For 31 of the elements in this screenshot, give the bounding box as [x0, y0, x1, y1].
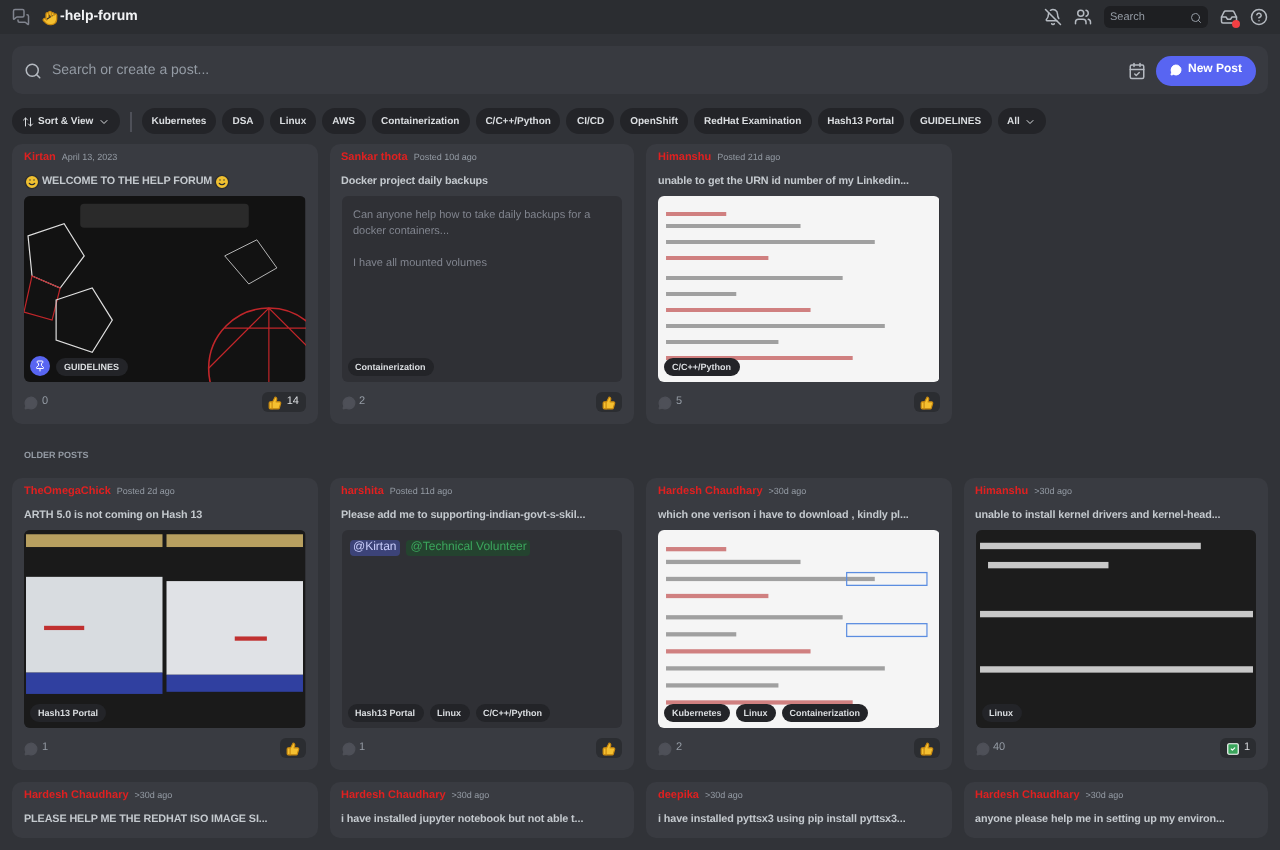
thumbs-up-icon: [602, 741, 616, 755]
thumbs-up-icon: [285, 741, 299, 755]
checklist-icon[interactable]: [1127, 61, 1146, 79]
reaction[interactable]: [279, 738, 305, 758]
chevron-down-icon: [97, 115, 110, 127]
comment-icon: [975, 741, 989, 755]
forum-icon: [12, 8, 30, 26]
inbox-icon[interactable]: [1220, 8, 1238, 26]
comment-icon: [341, 395, 355, 409]
reaction[interactable]: [596, 392, 622, 412]
reaction[interactable]: [913, 738, 939, 758]
help-icon[interactable]: [1250, 8, 1268, 26]
thumbs-up-icon: [919, 741, 933, 755]
comment-icon: [24, 395, 38, 409]
reaction[interactable]: [913, 392, 939, 412]
search-icon: [24, 61, 42, 79]
chat-bubble-icon: [1169, 64, 1182, 76]
thumbs-up-icon: [268, 395, 283, 409]
reaction[interactable]: [596, 738, 622, 758]
comment-icon: [341, 741, 355, 755]
comment-icon: [24, 741, 38, 755]
bell-off-icon[interactable]: [1044, 8, 1062, 26]
checkmark-icon: [1225, 741, 1240, 755]
comment-icon: [658, 395, 672, 409]
thumbs-up-icon: [919, 395, 933, 409]
sort-icon: [22, 115, 34, 127]
members-icon[interactable]: [1074, 8, 1092, 26]
thumbs-up-icon: [602, 395, 616, 409]
chevron-down-icon: [1023, 115, 1036, 127]
search-icon: [1190, 11, 1202, 23]
comment-icon: [658, 741, 672, 755]
